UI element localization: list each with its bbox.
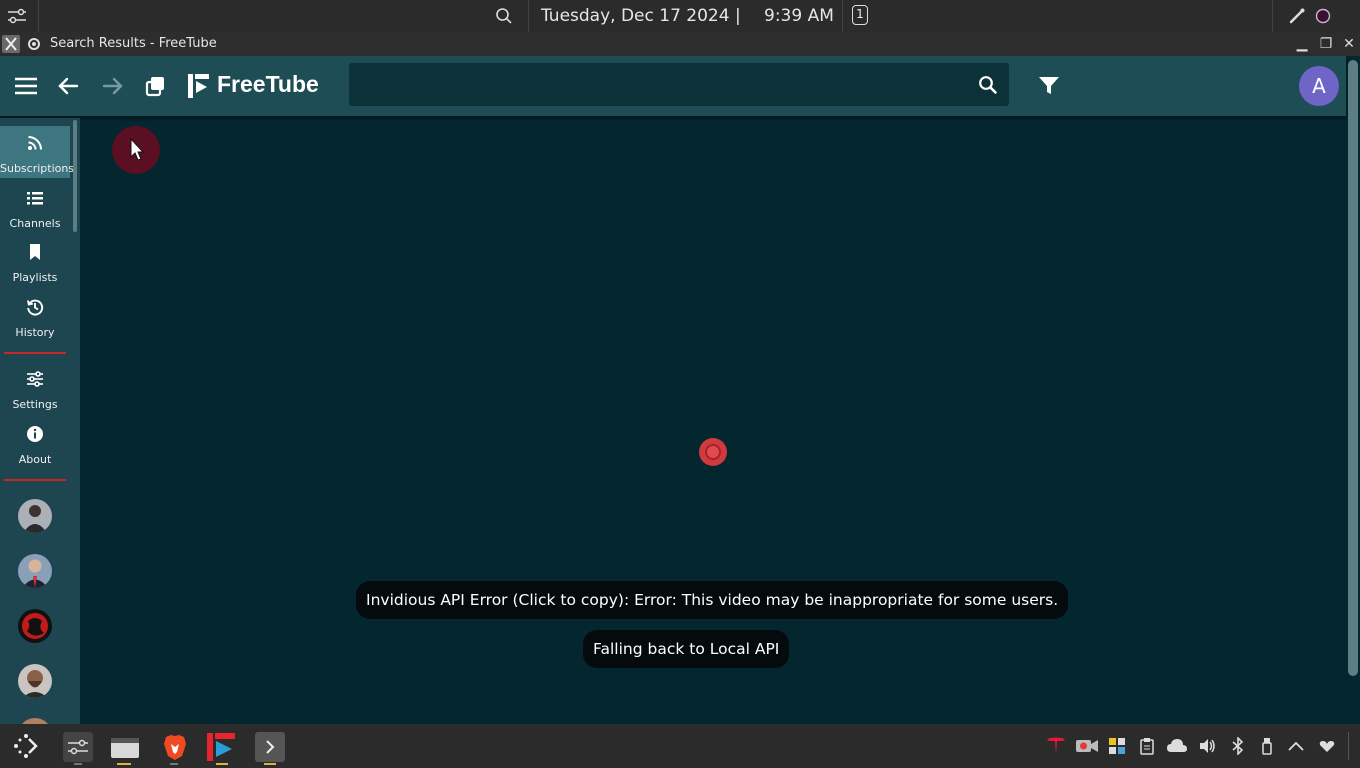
bluetooth-icon[interactable] xyxy=(1229,737,1247,755)
close-button[interactable]: ✕ xyxy=(1339,34,1359,54)
profile-avatar[interactable]: A xyxy=(1299,66,1339,106)
cursor-highlight xyxy=(112,126,160,174)
sidebar-scrollbar[interactable] xyxy=(73,120,77,232)
running-indicator xyxy=(216,763,228,765)
taskbar xyxy=(0,724,1360,768)
new-window-icon[interactable] xyxy=(142,72,170,100)
record-indicator-icon[interactable] xyxy=(1315,8,1331,24)
menu-icon[interactable] xyxy=(12,72,40,100)
search-icon[interactable] xyxy=(495,7,513,25)
history-icon xyxy=(26,298,44,316)
channel-avatar-2[interactable] xyxy=(18,554,52,588)
freetube-logo-text[interactable]: FreeTube xyxy=(217,71,319,98)
system-panel: Tuesday, Dec 17 2024 | 9:39 AM 1 xyxy=(0,0,1360,32)
chevron-up-icon[interactable] xyxy=(1287,737,1305,755)
list-icon xyxy=(26,189,44,207)
grid-apps-icon[interactable] xyxy=(1108,737,1126,755)
tesla-icon[interactable] xyxy=(1046,737,1065,755)
window-title: Search Results - FreeTube xyxy=(50,36,217,51)
running-indicator xyxy=(170,763,178,765)
color-picker-icon[interactable] xyxy=(1288,7,1306,25)
sliders-icon xyxy=(26,370,44,388)
filter-icon[interactable] xyxy=(1038,76,1060,96)
bookmark-icon xyxy=(26,243,44,261)
terminal-icon[interactable] xyxy=(255,732,285,762)
usb-device-icon[interactable] xyxy=(1258,737,1276,755)
sidebar-item-subscriptions[interactable]: Subscriptions xyxy=(0,126,75,178)
forward-arrow-icon[interactable] xyxy=(98,72,126,100)
sidebar-item-label: Playlists xyxy=(12,271,58,284)
date-label[interactable]: Tuesday, Dec 17 2024 xyxy=(541,0,730,32)
sidebar-item-label: Subscriptions xyxy=(0,162,75,175)
sidebar-item-label: Channels xyxy=(9,217,61,230)
channel-avatar-4[interactable] xyxy=(18,664,52,698)
channel-avatar-1[interactable] xyxy=(18,499,52,533)
date-time-separator: | xyxy=(735,6,741,26)
search-field[interactable] xyxy=(349,63,1009,106)
freetube-taskbar-icon[interactable] xyxy=(207,732,237,762)
x-app-icon xyxy=(2,35,20,53)
settings-app-icon[interactable] xyxy=(63,732,93,762)
info-icon xyxy=(26,425,44,443)
back-arrow-icon[interactable] xyxy=(55,72,83,100)
sidebar-item-label: History xyxy=(15,326,55,339)
sidebar-item-label: About xyxy=(18,453,52,466)
running-indicator xyxy=(264,763,276,765)
loading-spinner-dot xyxy=(707,446,719,458)
search-input[interactable] xyxy=(357,69,961,101)
freetube-logo-icon[interactable] xyxy=(188,72,212,100)
running-indicator xyxy=(74,763,82,765)
workspace-indicator[interactable]: 1 xyxy=(852,5,868,25)
mouse-pointer-icon xyxy=(130,137,145,161)
sidebar-item-channels[interactable]: Channels xyxy=(0,181,70,233)
channel-avatar-3[interactable] xyxy=(18,609,52,643)
screen-recorder-icon[interactable] xyxy=(1075,737,1099,755)
chevron-down-heart-icon[interactable] xyxy=(1318,737,1336,755)
sidebar: Subscriptions Channels Playlists History… xyxy=(0,118,80,724)
main-scrollbar[interactable] xyxy=(1348,56,1358,680)
file-manager-icon[interactable] xyxy=(110,732,140,762)
taskbar-edge xyxy=(1348,732,1349,760)
settings-sliders-icon[interactable] xyxy=(6,6,28,26)
minimize-button[interactable]: ▁ xyxy=(1292,34,1312,54)
sidebar-item-history[interactable]: History xyxy=(0,290,70,342)
search-icon[interactable] xyxy=(978,75,998,95)
sidebar-divider xyxy=(4,479,66,481)
fallback-toast[interactable]: Falling back to Local API xyxy=(583,630,790,668)
maximize-button[interactable]: ❐ xyxy=(1316,34,1336,54)
app-header: FreeTube A xyxy=(0,56,1346,116)
window-titlebar[interactable]: Search Results - FreeTube ▁ ❐ ✕ xyxy=(0,32,1360,56)
brave-browser-icon[interactable] xyxy=(160,732,190,762)
volume-icon[interactable] xyxy=(1198,737,1216,755)
app-launcher-icon[interactable] xyxy=(11,731,41,761)
sidebar-item-label: Settings xyxy=(12,398,58,411)
sidebar-item-about[interactable]: About xyxy=(0,417,70,469)
api-error-toast[interactable]: Invidious API Error (Click to copy): Err… xyxy=(356,581,1069,619)
rss-icon xyxy=(26,134,44,152)
time-label[interactable]: 9:39 AM xyxy=(764,0,834,32)
sidebar-item-settings[interactable]: Settings xyxy=(0,362,70,414)
window-menu-icon[interactable] xyxy=(26,36,42,52)
sidebar-item-playlists[interactable]: Playlists xyxy=(0,235,70,287)
running-indicator xyxy=(117,763,131,765)
sidebar-divider xyxy=(4,352,66,354)
main-scrollbar-thumb[interactable] xyxy=(1348,60,1358,676)
cloud-sync-icon[interactable] xyxy=(1166,737,1188,755)
clipboard-icon[interactable] xyxy=(1138,737,1156,755)
